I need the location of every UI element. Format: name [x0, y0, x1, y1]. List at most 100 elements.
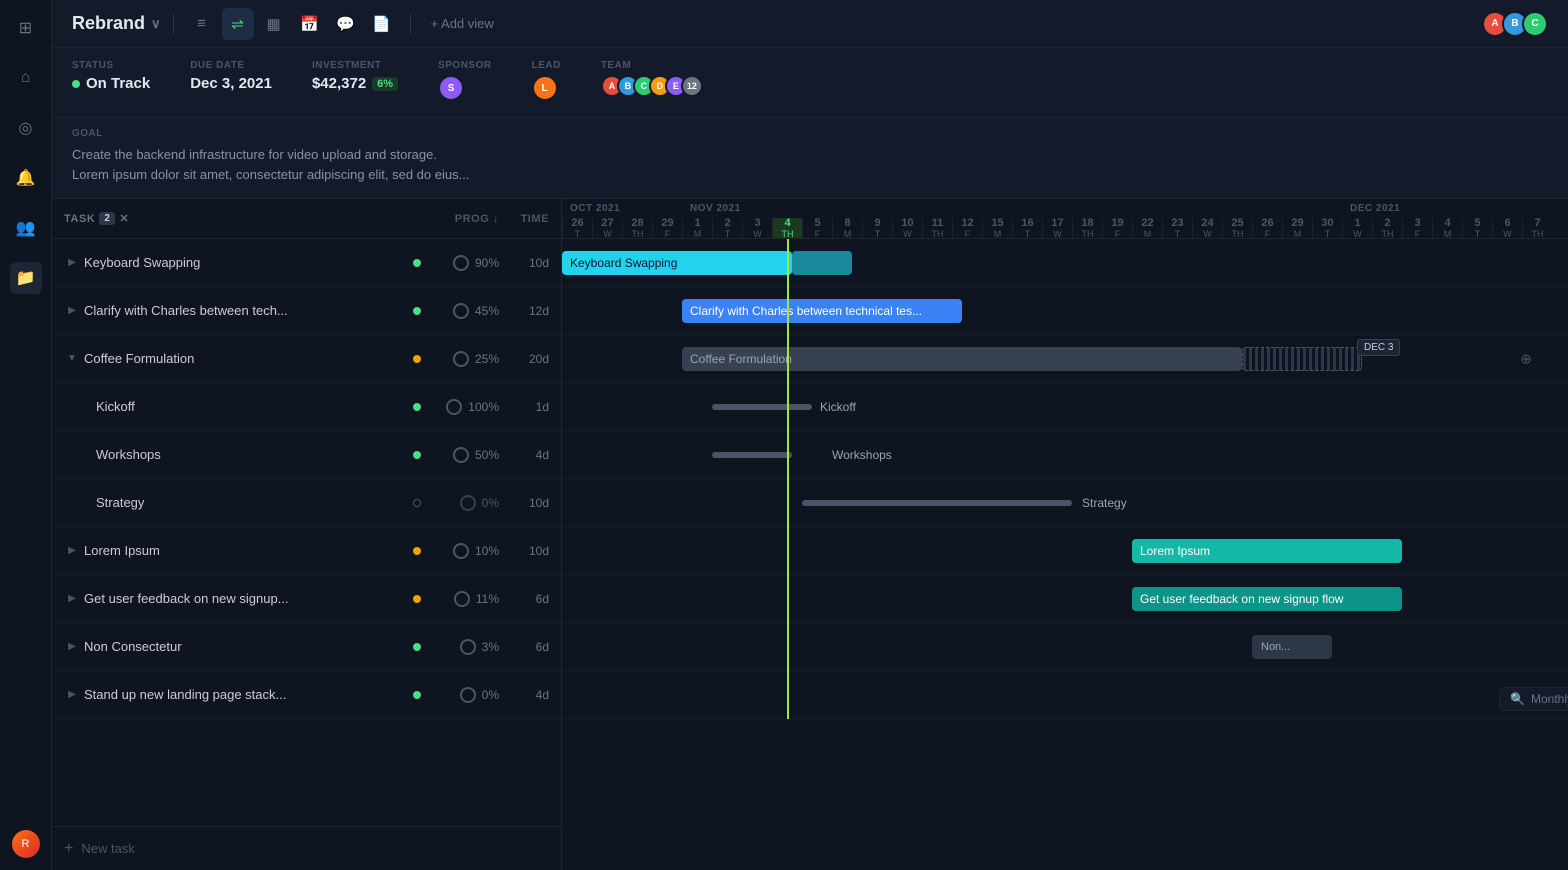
sidebar-icon-people[interactable]: 👥 — [10, 212, 42, 244]
day-cell: 27W — [592, 218, 622, 238]
day-cell: 12F — [952, 218, 982, 238]
gantt-bar-keyboard[interactable]: Keyboard Swapping — [562, 251, 792, 275]
day-cell: 8M — [832, 218, 862, 238]
expand-icon[interactable]: ▶ — [64, 687, 80, 703]
gantt-bar-lorem[interactable]: Lorem Ipsum — [1132, 539, 1402, 563]
gantt-bar-non-consectetur[interactable]: Non... — [1252, 635, 1332, 659]
day-cell: 1W — [1342, 218, 1372, 238]
gantt-bar-feedback[interactable]: Get user feedback on new signup flow — [1132, 587, 1402, 611]
add-view-label: + Add view — [431, 16, 494, 31]
chat-icon[interactable]: 💬 — [330, 8, 362, 40]
table-row[interactable]: ▼ Coffee Formulation 25% 20d — [52, 335, 561, 383]
gantt-inner: OCT 2021 26T 27W 28TH 29F NOV 2021 1M — [562, 199, 1568, 719]
avatar-3: C — [1522, 11, 1548, 37]
table-row[interactable]: ▶ Keyboard Swapping 90% 10d — [52, 239, 561, 287]
menu-icon[interactable]: ≡ — [186, 8, 218, 40]
progress-text: 0% — [482, 688, 499, 702]
task-label-text: TASK — [64, 213, 95, 225]
task-progress: 45% — [429, 303, 499, 319]
prog-header: PROG ↓ — [429, 213, 499, 225]
task-name: Lorem Ipsum — [80, 543, 405, 558]
gantt-row-7: Lorem Ipsum — [562, 527, 1568, 575]
month-dec: DEC 2021 1W 2TH 3F 4M 5T 6W 7TH — [1342, 199, 1552, 238]
gantt-bar-label: Keyboard Swapping — [570, 256, 677, 270]
col-headers: PROG ↓ TIME — [429, 213, 549, 225]
investment-amount: $42,372 — [312, 75, 366, 92]
header: Rebrand ∨ ≡ ⇌ ▦ 📅 💬 📄 + Add view A B C — [52, 0, 1568, 48]
sidebar-icon-folder[interactable]: 📁 — [10, 262, 42, 294]
lead-avatar: L — [532, 75, 558, 101]
gantt-bar-coffee[interactable]: Coffee Formulation — [682, 347, 1242, 371]
due-value: Dec 3, 2021 — [190, 75, 272, 92]
task-badge-close[interactable]: ✕ — [119, 212, 129, 225]
expand-icon[interactable]: ▶ — [64, 255, 80, 271]
day-cell: 16T — [1012, 218, 1042, 238]
day-cell: 9T — [862, 218, 892, 238]
day-cell: 5F — [802, 218, 832, 238]
gantt-row-10 — [562, 671, 1568, 719]
expand-icon[interactable]: ▶ — [64, 639, 80, 655]
gantt-bar-label: Lorem Ipsum — [1140, 544, 1210, 558]
task-name: Strategy — [92, 495, 405, 510]
table-row[interactable]: ▶ Stand up new landing page stack... 0% … — [52, 671, 561, 719]
gantt-bar-clarify[interactable]: Clarify with Charles between technical t… — [682, 299, 962, 323]
calendar-icon[interactable]: 📅 — [294, 8, 326, 40]
month-label-oct: OCT 2021 — [562, 199, 682, 218]
gantt-row-3: Coffee Formulation DEC 3 ⊕ — [562, 335, 1568, 383]
table-row[interactable]: ▶ Lorem Ipsum 10% 10d — [52, 527, 561, 575]
day-cell: 10W — [892, 218, 922, 238]
gantt-chart[interactable]: OCT 2021 26T 27W 28TH 29F NOV 2021 1M — [562, 199, 1568, 870]
main-content: Rebrand ∨ ≡ ⇌ ▦ 📅 💬 📄 + Add view A B C S… — [52, 0, 1568, 870]
table-row[interactable]: ▶ Strategy 0% 10d — [52, 479, 561, 527]
table-row[interactable]: ▶ Get user feedback on new signup... 11%… — [52, 575, 561, 623]
expand-icon[interactable]: ▼ — [64, 351, 80, 367]
task-name: Clarify with Charles between tech... — [80, 303, 405, 318]
new-task-row[interactable]: + New task — [52, 826, 561, 870]
nov-day-labels: 1M 2T 3W 4TH 5F 8M 9T 10W 11TH 12F 15M 1… — [682, 218, 1342, 238]
task-progress: 25% — [429, 351, 499, 367]
day-cell: 26F — [1252, 218, 1282, 238]
meta-bar: STATUS On Track DUE DATE Dec 3, 2021 INV… — [52, 48, 1568, 118]
table-row[interactable]: ▶ Non Consectetur 3% 6d — [52, 623, 561, 671]
progress-text: 0% — [482, 496, 499, 510]
gantt-bar-label: Get user feedback on new signup flow — [1140, 592, 1343, 606]
user-avatar[interactable]: R — [12, 830, 40, 858]
table-row[interactable]: ▶ Workshops 50% 4d — [52, 431, 561, 479]
chart-icon[interactable]: ▦ — [258, 8, 290, 40]
expand-icon[interactable]: ▶ — [64, 591, 80, 607]
day-cell: 3F — [1402, 218, 1432, 238]
filter-icon[interactable]: ⇌ — [222, 8, 254, 40]
new-task-label: New task — [81, 841, 134, 856]
task-status-dot — [413, 499, 421, 507]
dec-badge: DEC 3 — [1357, 339, 1400, 356]
gantt-bar-strategy — [802, 500, 1072, 506]
task-status-dot — [413, 259, 421, 267]
add-view-button[interactable]: + Add view — [423, 12, 502, 35]
expand-icon[interactable]: ▶ — [64, 303, 80, 319]
progress-icon — [453, 351, 469, 367]
day-cell: 18TH — [1072, 218, 1102, 238]
task-time: 4d — [499, 688, 549, 702]
progress-text: 11% — [476, 592, 499, 606]
table-row[interactable]: ▶ Kickoff 100% 1d — [52, 383, 561, 431]
day-cell: 29F — [652, 218, 682, 238]
task-panel: TASK 2 ✕ PROG ↓ TIME ▶ Keyboard Swapping — [52, 199, 562, 870]
team-count-badge: 12 — [681, 75, 703, 97]
dec-day-labels: 1W 2TH 3F 4M 5T 6W 7TH — [1342, 218, 1552, 238]
header-divider-2 — [410, 14, 411, 34]
sidebar-icon-grid[interactable]: ⊞ — [10, 12, 42, 44]
zoom-control[interactable]: 🔍 Monthly — [1499, 687, 1568, 711]
day-cell: 7TH — [1522, 218, 1552, 238]
document-icon[interactable]: 📄 — [366, 8, 398, 40]
resize-handle[interactable]: ⊕ — [1520, 350, 1532, 367]
progress-text: 10% — [475, 544, 499, 558]
title-chevron-icon: ∨ — [151, 16, 161, 32]
sidebar-icon-bell[interactable]: 🔔 — [10, 162, 42, 194]
gantt-rows: Keyboard Swapping Clarify with Charles b… — [562, 239, 1568, 719]
sidebar-icon-home[interactable]: ⌂ — [10, 62, 42, 94]
expand-icon[interactable]: ▶ — [64, 543, 80, 559]
day-cell: 24W — [1192, 218, 1222, 238]
day-cell: 28TH — [622, 218, 652, 238]
sidebar-icon-target[interactable]: ◎ — [10, 112, 42, 144]
table-row[interactable]: ▶ Clarify with Charles between tech... 4… — [52, 287, 561, 335]
